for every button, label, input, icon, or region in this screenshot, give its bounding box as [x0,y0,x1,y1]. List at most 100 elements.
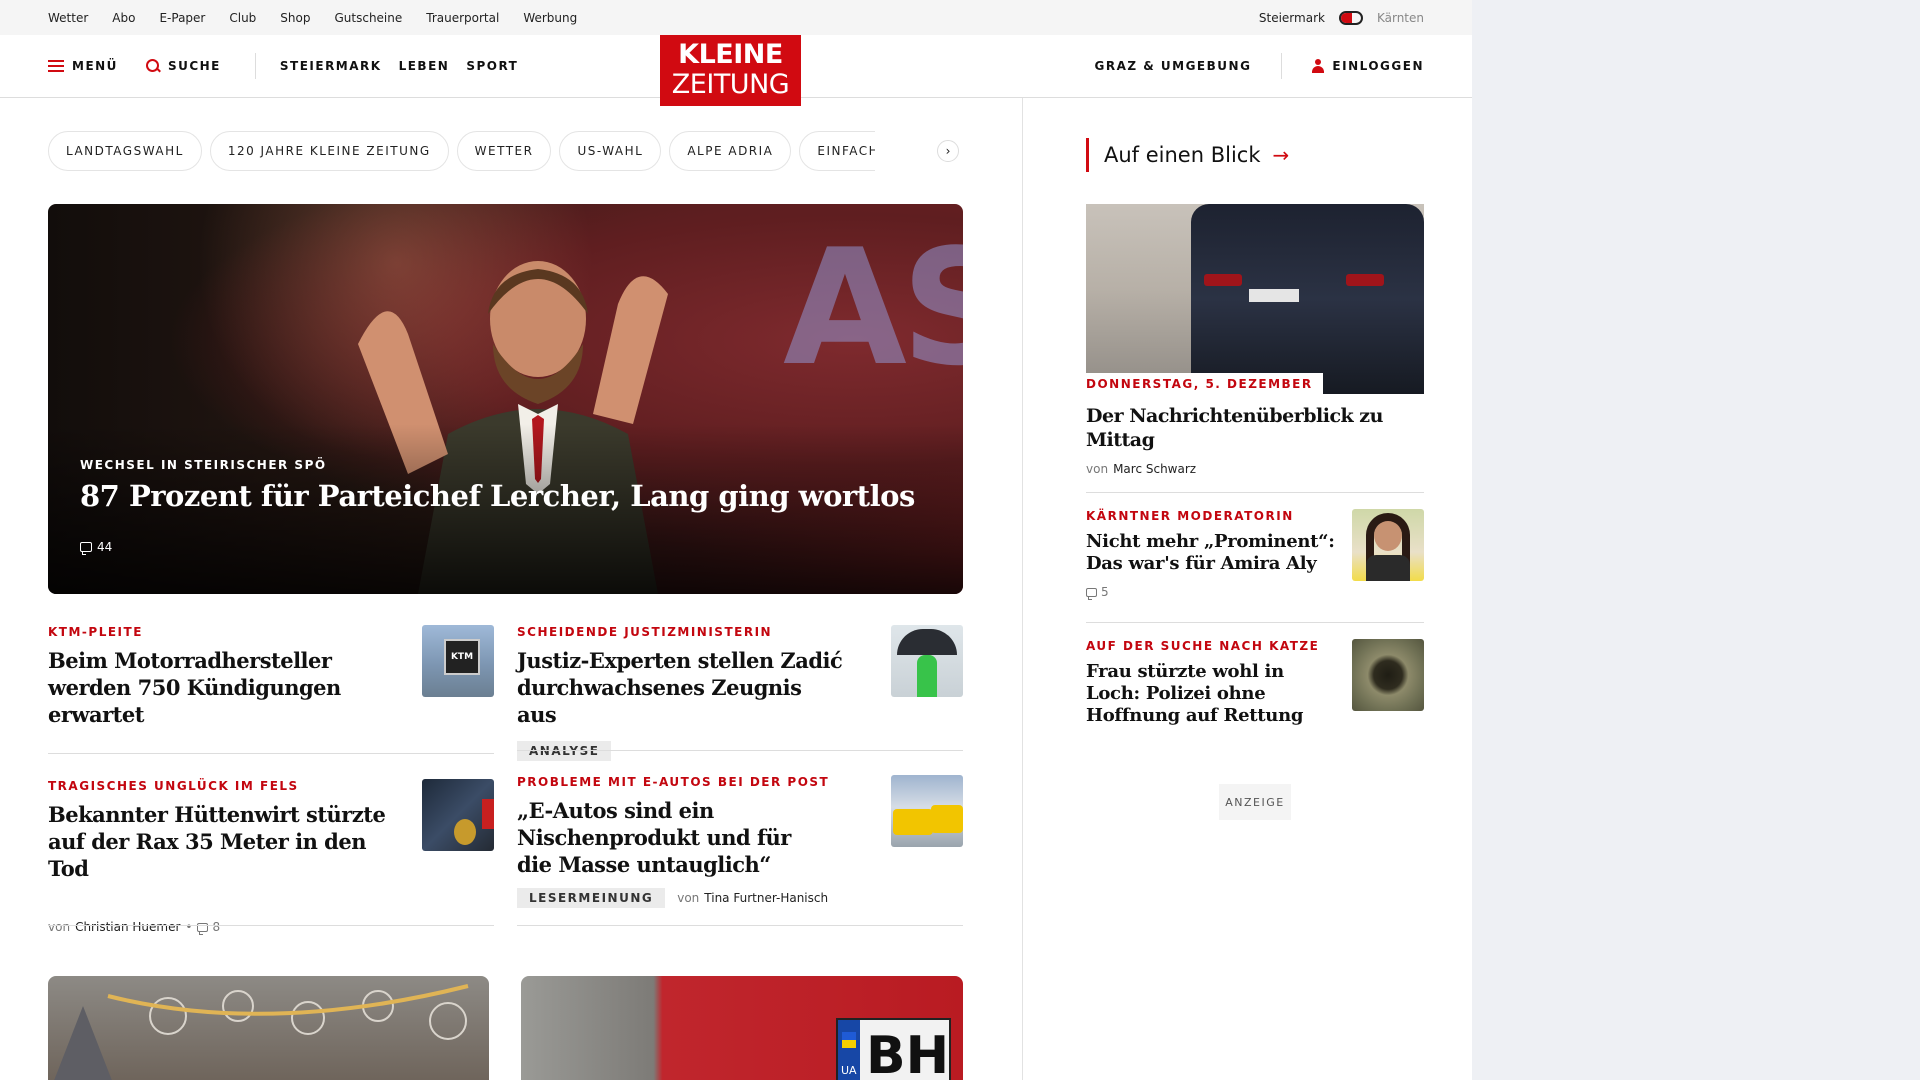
sidebar-item-katze[interactable]: AUF DER SUCHE NACH KATZE Frau stürzte wo… [1086,622,1424,752]
feature-meta: von Marc Schwarz [1086,462,1424,476]
suv-shape [1191,204,1424,394]
article-e-autos[interactable]: PROBLEME MIT E-AUTOS BEI DER POST „E-Aut… [517,775,963,926]
feature-title[interactable]: Der Nachrichtenüberblick zu Mittag [1086,404,1424,452]
article-title[interactable]: Justiz-Experten stellen Zadić durchwachs… [517,647,847,728]
article-thumbnail[interactable] [422,779,494,851]
tag-alpe-adria[interactable]: ALPE ADRIA [669,131,792,171]
author-prefix: von [1086,462,1109,476]
meta-separator: • [185,920,193,934]
sidebar: Auf einen Blick → DONNERSTAG, 5. DEZEMBE… [1086,98,1424,820]
logo-line-1: KLEINE [678,39,783,70]
login-label: EINLOGGEN [1332,59,1424,73]
login-button[interactable]: EINLOGGEN [1312,59,1424,73]
sidebar-heading[interactable]: Auf einen Blick → [1086,138,1424,172]
article-title[interactable]: Beim Motorradhersteller werden 750 Kündi… [48,647,398,728]
sidebar-item-thumbnail[interactable] [1352,639,1424,711]
christmas-market-image [54,984,469,1080]
comment-icon [1086,587,1097,600]
teaser-image-car[interactable]: UA BH [521,976,963,1080]
tags-next-arrow-icon[interactable]: › [937,140,959,162]
analysis-badge: ANALYSE [517,741,612,761]
license-plate: UA BH [836,1018,951,1080]
menu-button[interactable]: MENÜ [48,59,118,73]
main-header: MENÜ SUCHE STEIERMARK LEBEN SPORT KLEINE… [0,35,1472,106]
utility-links: Wetter Abo E-Paper Club Shop Gutscheine … [48,11,577,25]
utility-link-trauerportal[interactable]: Trauerportal [426,11,499,25]
red-detail-shape [482,799,494,829]
article-thumbnail[interactable] [891,775,963,847]
region-switch: Steiermark Kärnten [1259,10,1424,25]
utility-link-wetter[interactable]: Wetter [48,11,88,25]
rescuer-shape [454,819,476,845]
nav-leben[interactable]: LEBEN [399,59,450,73]
feature-date-label: DONNERSTAG, 5. DEZEMBER [1086,373,1323,394]
article-comments[interactable]: 8 [197,920,221,935]
utility-link-gutscheine[interactable]: Gutscheine [334,11,402,25]
sidebar-item-title[interactable]: Nicht mehr „Prominent“: Das war's für Am… [1086,531,1341,575]
article-divider [517,750,963,751]
page: Wetter Abo E-Paper Club Shop Gutscheine … [0,0,1472,1080]
ad-label: ANZEIGE [1219,784,1291,820]
search-button[interactable]: SUCHE [145,59,221,73]
site-logo[interactable]: KLEINE ZEITUNG [660,35,801,106]
header-left: MENÜ SUCHE STEIERMARK LEBEN SPORT [48,53,535,79]
utility-link-abo[interactable]: Abo [112,11,135,25]
utility-link-werbung[interactable]: Werbung [523,11,577,25]
suv-plate [1249,289,1299,302]
region-steiermark[interactable]: Steiermark [1259,11,1325,25]
plate-country: UA [841,1064,857,1077]
article-title[interactable]: Bekannter Hüttenwirt stürzte auf der Rax… [48,801,398,882]
search-label: SUCHE [167,59,221,73]
sidebar-heading-label: Auf einen Blick [1104,143,1261,167]
arrow-right-icon: → [1272,143,1290,167]
article-meta: von Christian Huemer • 8 [48,920,494,935]
article-zadic[interactable]: SCHEIDENDE JUSTIZMINISTERIN Justiz-Exper… [517,625,963,761]
author-name[interactable]: Christian Huemer [75,920,180,934]
nav-sport[interactable]: SPORT [466,59,518,73]
article-meta: LESERMEINUNG von Tina Furtner-Hanisch [517,888,963,908]
opinion-badge: LESERMEINUNG [517,888,666,908]
hero-kicker: WECHSEL IN STEIRISCHER SPÖ [80,458,327,472]
utility-link-epaper[interactable]: E-Paper [159,11,205,25]
article-thumbnail[interactable]: KTM [422,625,494,697]
sidebar-item-meta: 5 [1086,585,1424,600]
search-icon [145,59,160,73]
sidebar-item-comments[interactable]: 5 [1086,585,1109,600]
sidebar-item-thumbnail[interactable] [1352,509,1424,581]
comment-icon [80,542,92,555]
tag-landtagswahl[interactable]: LANDTAGSWAHL [48,131,202,171]
sidebar-item-amira-aly[interactable]: KÄRNTNER MODERATORIN Nicht mehr „Promine… [1086,492,1424,622]
sidebar-item-title[interactable]: Frau stürzte wohl in Loch: Polizei ohne … [1086,661,1341,727]
hero-title[interactable]: 87 Prozent für Parteichef Lercher, Lang … [80,479,915,513]
topic-tags: LANDTAGSWAHL 120 JAHRE KLEINE ZEITUNG WE… [48,131,963,171]
author-name[interactable]: Marc Schwarz [1113,462,1196,476]
article-thumbnail[interactable] [891,625,963,697]
flag-blue [842,1032,856,1040]
comment-count: 8 [212,920,221,934]
person-shape [917,655,937,697]
tag-us-wahl[interactable]: US-WAHL [559,131,662,171]
article-rax[interactable]: TRAGISCHES UNGLÜCK IM FELS Bekannter Hüt… [48,779,494,935]
region-kaernten[interactable]: Kärnten [1377,11,1424,25]
feature-image[interactable]: DONNERSTAG, 5. DEZEMBER [1086,204,1424,394]
nav-graz-umgebung[interactable]: GRAZ & UMGEBUNG [1095,59,1252,73]
hero-backdrop-text: ASC [783,214,963,401]
hero-comments[interactable]: 44 [80,540,112,555]
teaser-image-christmas[interactable] [48,976,489,1080]
author-prefix: von [677,891,700,905]
hamburger-icon [48,60,64,72]
logo-line-2: ZEITUNG [671,69,790,100]
utility-link-club[interactable]: Club [229,11,256,25]
header-divider-right [1281,53,1283,79]
region-toggle[interactable] [1338,10,1363,25]
tag-wetter[interactable]: WETTER [456,131,552,171]
tag-120-jahre[interactable]: 120 JAHRE KLEINE ZEITUNG [209,131,449,171]
user-icon [1312,59,1325,73]
nav-steiermark[interactable]: STEIERMARK [280,59,382,73]
article-ktm[interactable]: KTM-PLEITE Beim Motorradhersteller werde… [48,625,494,754]
utility-link-shop[interactable]: Shop [280,11,310,25]
taillight-left [1204,274,1242,286]
author-name[interactable]: Tina Furtner-Hanisch [704,891,828,905]
hero-article[interactable]: ASC WECHSEL IN STEIRISCHER SPÖ 87 Prozen… [48,204,963,594]
article-title[interactable]: „E-Autos sind ein Nischenprodukt und für… [517,797,797,878]
